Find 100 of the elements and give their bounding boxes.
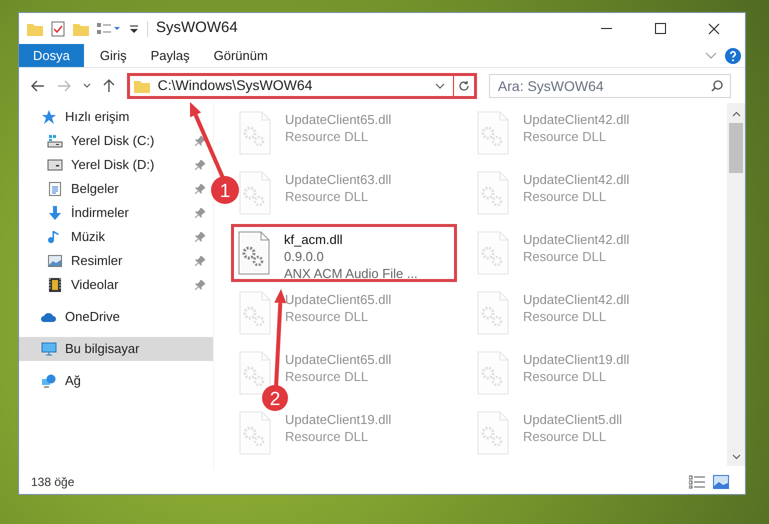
drive-icon [47, 157, 63, 173]
details-view-icon[interactable] [689, 475, 705, 489]
step-badge [262, 385, 288, 411]
file-name: UpdateClient42.dll [523, 291, 630, 308]
file-detail: Resource DLL [523, 308, 608, 325]
refresh-icon[interactable] [458, 80, 470, 92]
sidebar-label: OneDrive [65, 308, 121, 326]
drive-icon [47, 133, 63, 149]
film-icon [47, 277, 63, 293]
file-detail: Resource DLL [523, 368, 608, 385]
star-icon [41, 109, 57, 125]
search-icon [711, 80, 723, 92]
file-name: UpdateClient19.dll [285, 411, 392, 428]
sidebar-label: Videolar [71, 276, 120, 294]
file-detail: 0.9.0.0 [284, 248, 325, 265]
file-detail: Resource DLL [523, 428, 608, 445]
ribbon-tab[interactable]: Giriş [88, 44, 139, 67]
sidebar-label: Resimler [71, 252, 124, 270]
close-icon [708, 22, 720, 34]
sidebar-label: Müzik [71, 228, 106, 246]
pin-icon[interactable] [195, 232, 205, 242]
document-icon [47, 181, 63, 197]
file-name: UpdateClient42.dll [523, 231, 630, 248]
large-icons-view-icon[interactable] [713, 475, 729, 489]
file-name: UpdateClient19.dll [523, 351, 630, 368]
search-field[interactable]: Ara: SysWOW64 [488, 74, 731, 98]
file-detail: Resource DLL [285, 128, 370, 145]
sidebar-label: Belgeler [71, 180, 120, 198]
properties-icon[interactable] [51, 20, 65, 36]
file-name: kf_acm.dll [284, 231, 344, 248]
step-badge [211, 176, 239, 204]
step-number: 2 [270, 389, 280, 410]
minimize-icon [600, 28, 612, 29]
step-number: 1 [220, 181, 230, 202]
pin-icon[interactable] [195, 136, 205, 146]
dropdown-caret-icon[interactable] [434, 82, 445, 88]
pin-icon[interactable] [195, 160, 205, 170]
ribbon-tab[interactable]: Dosya [19, 44, 84, 67]
sidebar-label: Ağ [65, 372, 82, 390]
settings-file-icon [239, 171, 271, 215]
file-detail: Resource DLL [523, 248, 608, 265]
settings-file-icon [239, 411, 271, 455]
folder-icon [134, 78, 150, 92]
sidebar-label: Yerel Disk (C:) [71, 132, 156, 150]
file-name: UpdateClient42.dll [523, 171, 630, 188]
pin-icon[interactable] [195, 280, 205, 290]
sidebar-item[interactable]: Ağ [19, 369, 199, 393]
settings-file-icon [238, 231, 270, 275]
maximize-icon [654, 23, 666, 34]
sidebar-item[interactable]: İndirmeler [19, 201, 205, 225]
monitor-icon [41, 341, 57, 357]
recent-locations-icon[interactable] [82, 83, 91, 88]
pin-icon[interactable] [195, 256, 205, 266]
up-arrow-icon[interactable] [102, 78, 115, 92]
file-name: UpdateClient5.dll [523, 411, 622, 428]
address-path: C:\Windows\SysWOW64 [158, 76, 312, 95]
network-icon [41, 373, 57, 389]
file-name: UpdateClient65.dll [285, 291, 392, 308]
item-count: 138 öğe [31, 474, 74, 491]
ribbon-tab[interactable]: Görünüm [202, 44, 280, 67]
sidebar-label: Yerel Disk (D:) [71, 156, 156, 174]
scroll-thumb[interactable] [729, 123, 743, 173]
settings-file-icon [477, 351, 509, 395]
help-icon[interactable] [725, 48, 741, 64]
sidebar-item[interactable]: Yerel Disk (D:) [19, 153, 205, 177]
sidebar-label: Hızlı erişim [65, 108, 130, 126]
file-detail: Resource DLL [523, 188, 608, 205]
pin-icon[interactable] [195, 184, 205, 194]
file-name: UpdateClient63.dll [285, 171, 392, 188]
settings-file-icon [477, 171, 509, 215]
expand-ribbon-icon[interactable] [705, 52, 717, 60]
customize-toolbar-icon[interactable] [129, 24, 139, 34]
sidebar-item[interactable]: OneDrive [19, 305, 199, 329]
scroll-up-icon[interactable] [732, 111, 740, 117]
pin-icon[interactable] [195, 208, 205, 218]
window-title: SysWOW64 [156, 18, 238, 38]
sidebar-item[interactable]: Hızlı erişim [19, 105, 199, 129]
settings-file-icon [239, 291, 271, 335]
file-name: UpdateClient42.dll [523, 111, 630, 128]
selected-file-tile[interactable]: kf_acm.dll 0.9.0.0 ANX ACM Audio File ... [231, 224, 457, 282]
sidebar-item[interactable]: Bu bilgisayar [19, 337, 213, 361]
sidebar-item[interactable]: Resimler [19, 249, 205, 273]
picture-icon [47, 253, 63, 269]
settings-file-icon [239, 111, 271, 155]
ribbon-tab[interactable]: Paylaş [138, 44, 202, 67]
sidebar-item[interactable]: Yerel Disk (C:) [19, 129, 205, 153]
address-bar[interactable]: C:\Windows\SysWOW64 [126, 72, 477, 98]
view-options-icon[interactable] [97, 22, 121, 36]
sidebar-item[interactable]: Belgeler [19, 177, 205, 201]
scrollbar[interactable] [727, 103, 745, 466]
settings-file-icon [477, 231, 509, 275]
file-detail: Resource DLL [285, 188, 370, 205]
sidebar-item[interactable]: Müzik [19, 225, 205, 249]
file-detail: Resource DLL [285, 368, 370, 385]
file-detail: Resource DLL [285, 308, 370, 325]
file-name: UpdateClient65.dll [285, 351, 392, 368]
sidebar-item[interactable]: Videolar [19, 273, 205, 297]
scroll-down-icon[interactable] [732, 454, 740, 460]
back-arrow-icon[interactable] [31, 80, 45, 92]
sidebar-label: Bu bilgisayar [65, 340, 140, 358]
